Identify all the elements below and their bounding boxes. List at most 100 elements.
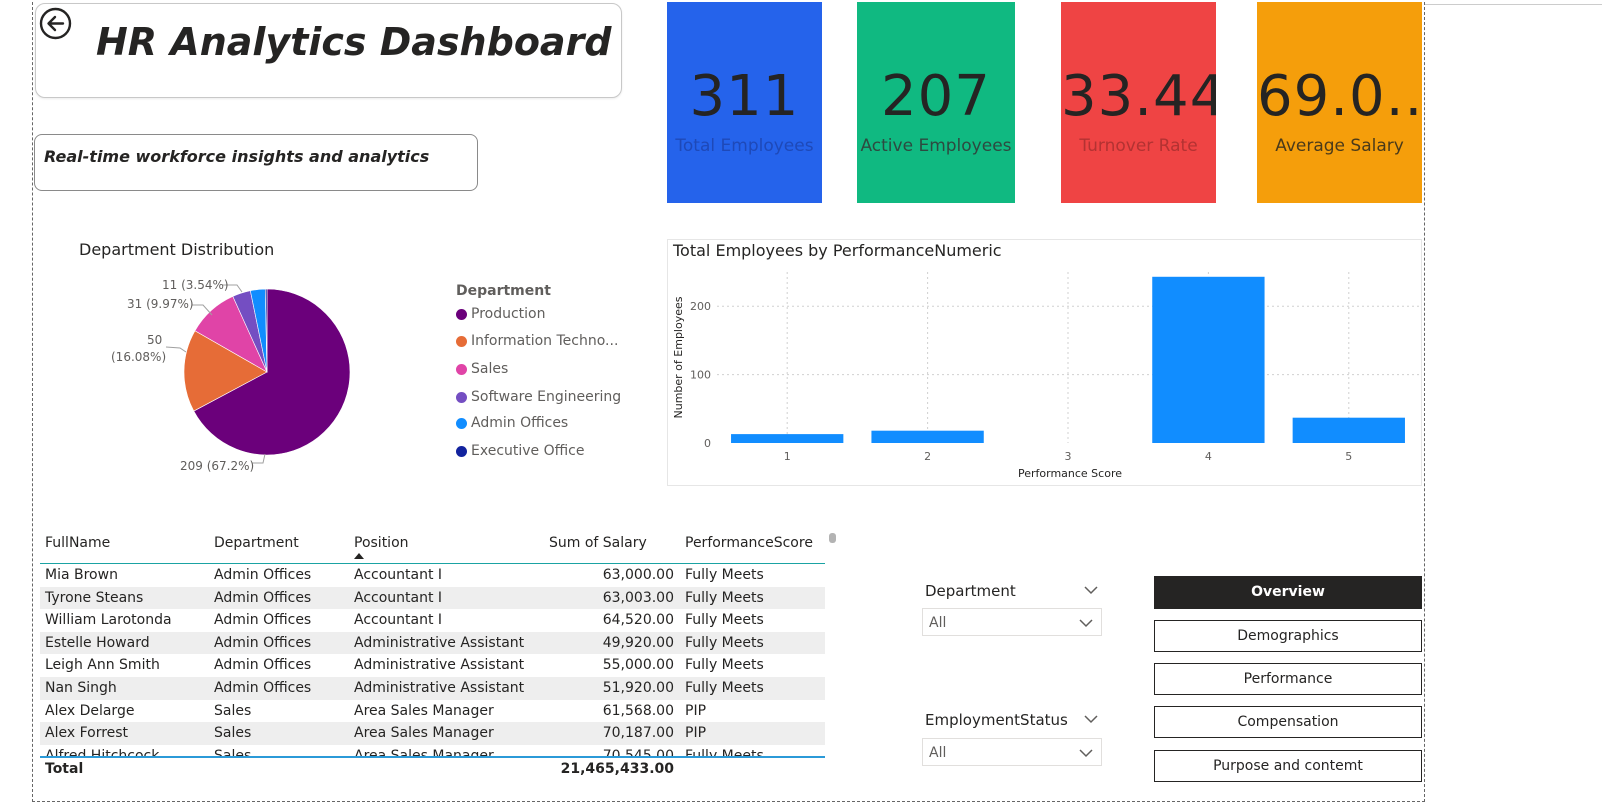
table-cell-sum-of-salary: 64,520.00 bbox=[602, 612, 674, 629]
table-cell-position: Area Sales Manager bbox=[354, 702, 494, 719]
table-cell-sum-of-salary: 63,003.00 bbox=[602, 589, 674, 606]
status-slicer-dropdown[interactable]: All bbox=[922, 738, 1102, 766]
kpi-label: Average Salary bbox=[1275, 136, 1404, 156]
bar-score-1[interactable] bbox=[731, 434, 844, 443]
back-arrow-icon[interactable] bbox=[39, 7, 72, 40]
table-cell-department: Sales bbox=[214, 702, 252, 719]
chevron-down-icon[interactable] bbox=[1084, 714, 1098, 724]
column-header-fullname[interactable]: FullName bbox=[45, 535, 110, 551]
table-cell-sum-of-salary: 51,920.00 bbox=[602, 679, 674, 696]
table-cell-fullname: Alex Delarge bbox=[45, 702, 135, 719]
legend-label: Admin Offices bbox=[471, 415, 569, 431]
table-cell-sum-of-salary: 61,568.00 bbox=[602, 702, 674, 719]
chevron-down-icon bbox=[1079, 619, 1093, 628]
table-cell-department: Admin Offices bbox=[214, 567, 312, 583]
table-cell-fullname: Tyrone Steans bbox=[45, 589, 144, 606]
table-total-divider bbox=[40, 756, 825, 758]
table-cell-position: Administrative Assistant bbox=[354, 634, 525, 651]
table-cell-fullname: William Larotonda bbox=[45, 612, 172, 629]
table-cell-position: Area Sales Manager bbox=[354, 747, 494, 756]
nav-button-performance[interactable]: Performance bbox=[1154, 663, 1422, 695]
kpi-card-turnover-rate: 33.44 Turnover Rate bbox=[1061, 2, 1216, 203]
table-cell-sum-of-salary: 55,000.00 bbox=[602, 657, 674, 674]
table-row[interactable]: Nan Singh Admin Offices Administrative Ass… bbox=[40, 676, 825, 700]
table-cell-performancescore: PIP bbox=[685, 702, 707, 719]
table-cell-sum-of-salary: 70,545.00 bbox=[602, 747, 674, 756]
nav-button-demographics[interactable]: Demographics bbox=[1154, 620, 1422, 652]
legend-label: Software Engineering bbox=[471, 389, 622, 405]
table-row[interactable]: Estelle Howard Admin Offices Administrativ… bbox=[40, 631, 825, 655]
legend-item-executive[interactable]: Executive Office bbox=[456, 443, 584, 459]
pie-label-it-value: 50 bbox=[147, 333, 163, 347]
top-divider bbox=[1425, 4, 1602, 5]
table-row[interactable]: Alex Forrest Sales Area Sales Manager 70,18… bbox=[40, 722, 825, 745]
legend-item-software[interactable]: Software Engineering bbox=[456, 389, 621, 405]
table-cell-department: Admin Offices bbox=[214, 589, 312, 606]
kpi-card-total-employees: 311 Total Employees bbox=[667, 2, 822, 203]
table-cell-position: Administrative Assistant bbox=[354, 657, 525, 674]
legend-item-sales[interactable]: Sales bbox=[456, 361, 508, 377]
nav-button-purpose[interactable]: Purpose and contemt bbox=[1154, 750, 1422, 782]
nav-button-overview[interactable]: Overview bbox=[1154, 576, 1422, 609]
table-cell-performancescore: PIP bbox=[685, 725, 707, 742]
table-total-value: 21,465,433.00 bbox=[560, 761, 674, 777]
kpi-label: Turnover Rate bbox=[1079, 136, 1198, 156]
pie-legend-title: Department bbox=[456, 283, 551, 299]
table-row[interactable]: William Larotonda Admin Offices Accountant… bbox=[40, 609, 825, 632]
sort-ascending-icon bbox=[354, 553, 364, 559]
bar-score-2[interactable] bbox=[871, 430, 984, 443]
table-cell-performancescore: Fully Meets bbox=[685, 589, 764, 606]
legend-item-it[interactable]: Information Techno... bbox=[456, 333, 618, 349]
legend-label: Information Techno... bbox=[471, 333, 619, 349]
kpi-value: 311 bbox=[689, 64, 800, 129]
table-cell-position: Accountant I bbox=[354, 612, 443, 629]
department-slicer-dropdown[interactable]: All bbox=[922, 608, 1102, 636]
y-tick-label: 200 bbox=[690, 300, 711, 313]
table-row[interactable]: Leigh Ann Smith Admin Offices Administrati… bbox=[40, 654, 825, 677]
column-header-performance[interactable]: PerformanceScore bbox=[685, 535, 813, 551]
table-cell-performancescore: Fully Meets bbox=[685, 657, 764, 674]
y-tick-label: 100 bbox=[690, 369, 711, 382]
bar-score-5[interactable] bbox=[1292, 417, 1405, 443]
kpi-value: 207 bbox=[881, 64, 991, 129]
legend-item-production[interactable]: Production bbox=[456, 306, 545, 322]
legend-dot bbox=[456, 308, 467, 320]
table-cell-sum-of-salary: 49,920.00 bbox=[602, 634, 674, 651]
table-cell-department: Admin Offices bbox=[214, 679, 312, 696]
nav-button-compensation[interactable]: Compensation bbox=[1154, 706, 1422, 738]
pie-label-software: 11 (3.54%) bbox=[162, 278, 229, 292]
column-header-position[interactable]: Position bbox=[354, 535, 409, 551]
table-cell-fullname: Alex Forrest bbox=[45, 725, 129, 742]
table-scrollbar[interactable] bbox=[829, 533, 836, 543]
performance-bar-chart[interactable]: Total Employees by PerformanceNumeric 0 10… bbox=[667, 239, 1422, 486]
bar-chart-title: Total Employees by PerformanceNumeric bbox=[672, 241, 1002, 260]
bar-score-4[interactable] bbox=[1152, 276, 1265, 443]
table-row[interactable]: Tyrone Steans Admin Offices Accountant I 63… bbox=[40, 586, 825, 610]
table-cell-position: Accountant I bbox=[354, 589, 443, 606]
table-cell-fullname: Estelle Howard bbox=[45, 634, 150, 651]
table-row[interactable]: Alex Delarge Sales Area Sales Manager 61,56… bbox=[40, 700, 825, 723]
table-cell-fullname: Nan Singh bbox=[45, 679, 117, 696]
table-cell-fullname: Leigh Ann Smith bbox=[45, 657, 160, 674]
x-tick-label: 2 bbox=[924, 450, 931, 463]
kpi-label: Active Employees bbox=[860, 136, 1012, 156]
legend-dot bbox=[456, 363, 467, 375]
department-slicer-title: Department bbox=[925, 582, 1016, 600]
pie-label-production: 209 (67.2%) bbox=[180, 459, 255, 473]
table-row[interactable]: Alfred Hitchcock Sales Area Sales Manager 7… bbox=[40, 745, 825, 756]
page-subtitle: Real-time workforce insights and analyti… bbox=[44, 147, 430, 166]
x-tick-label: 4 bbox=[1205, 450, 1212, 463]
y-tick-label: 0 bbox=[704, 437, 711, 450]
table-cell-department: Sales bbox=[214, 747, 252, 756]
column-header-department[interactable]: Department bbox=[214, 535, 299, 551]
chevron-down-icon[interactable] bbox=[1084, 585, 1098, 595]
kpi-label: Total Employees bbox=[675, 136, 814, 156]
table-cell-performancescore: Fully Meets bbox=[685, 634, 764, 651]
table-cell-performancescore: Fully Meets bbox=[685, 567, 764, 583]
column-header-salary[interactable]: Sum of Salary bbox=[549, 535, 647, 551]
legend-item-admin[interactable]: Admin Offices bbox=[456, 415, 568, 431]
table-cell-performancescore: Fully Meets bbox=[685, 679, 764, 696]
table-cell-department: Sales bbox=[214, 725, 252, 742]
table-row[interactable]: Mia Brown Admin Offices Accountant I 63,000… bbox=[40, 564, 825, 587]
table-cell-sum-of-salary: 63,000.00 bbox=[602, 567, 674, 583]
